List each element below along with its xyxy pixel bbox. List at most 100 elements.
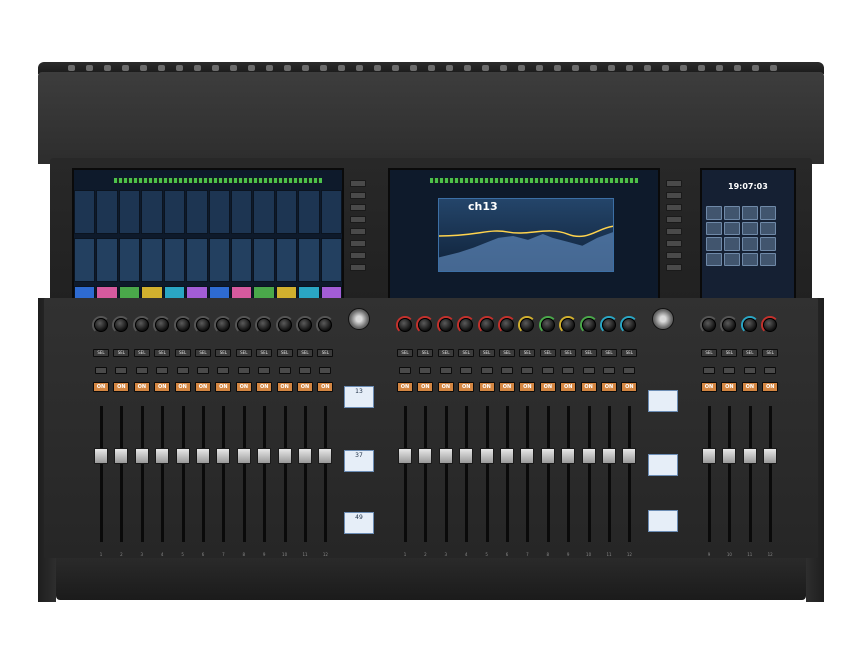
cue-key[interactable] bbox=[399, 367, 411, 374]
fader-cap[interactable] bbox=[602, 448, 616, 464]
fader-cap[interactable] bbox=[622, 448, 637, 464]
channel-knob[interactable] bbox=[500, 318, 514, 332]
cue-key[interactable] bbox=[156, 367, 169, 374]
sel-key[interactable]: SEL bbox=[499, 349, 515, 357]
fader-cap[interactable] bbox=[277, 448, 292, 464]
cue-key[interactable] bbox=[764, 367, 777, 374]
on-key[interactable]: ON bbox=[458, 382, 475, 392]
on-key[interactable]: ON bbox=[235, 382, 252, 392]
fader-cap[interactable] bbox=[418, 448, 433, 464]
sel-key[interactable]: SEL bbox=[133, 349, 150, 357]
cue-key[interactable] bbox=[582, 367, 595, 374]
screen-channel-cell[interactable] bbox=[320, 238, 342, 282]
on-key[interactable]: ON bbox=[701, 382, 717, 392]
channel-knob[interactable] bbox=[175, 318, 190, 332]
cue-key[interactable] bbox=[176, 367, 189, 374]
sel-key[interactable]: SEL bbox=[458, 349, 475, 357]
screen-channel-cell[interactable] bbox=[118, 238, 141, 282]
screen-channel-cell[interactable] bbox=[275, 238, 298, 282]
cue-key[interactable] bbox=[480, 367, 493, 374]
cue-key[interactable] bbox=[501, 367, 513, 374]
screen-channel-cell[interactable] bbox=[74, 190, 96, 234]
cue-key[interactable] bbox=[299, 367, 311, 374]
channel-knob[interactable] bbox=[581, 318, 596, 332]
screen-channel-cell[interactable] bbox=[141, 238, 163, 282]
fader-cap[interactable] bbox=[94, 448, 108, 464]
fader-cap[interactable] bbox=[742, 448, 757, 464]
fader-cap[interactable] bbox=[459, 448, 474, 464]
sel-key[interactable]: SEL bbox=[297, 349, 313, 357]
touch-and-turn-knob[interactable] bbox=[348, 308, 370, 330]
fader-cap[interactable] bbox=[500, 448, 514, 464]
on-key[interactable]: ON bbox=[560, 382, 577, 392]
cue-key[interactable] bbox=[217, 367, 230, 374]
sel-key[interactable]: SEL bbox=[580, 349, 597, 357]
on-key[interactable]: ON bbox=[133, 382, 150, 392]
screen-channel-cell[interactable] bbox=[186, 238, 208, 282]
cue-key[interactable] bbox=[135, 367, 148, 374]
on-key[interactable]: ON bbox=[195, 382, 211, 392]
fader-cap[interactable] bbox=[114, 448, 129, 464]
sel-key[interactable]: SEL bbox=[478, 349, 495, 357]
sel-key[interactable]: SEL bbox=[417, 349, 434, 357]
screen-channel-cell[interactable] bbox=[208, 238, 230, 282]
fader-cap[interactable] bbox=[175, 448, 190, 464]
on-key[interactable]: ON bbox=[397, 382, 413, 392]
on-key[interactable]: ON bbox=[539, 382, 556, 392]
sel-key[interactable]: SEL bbox=[113, 349, 130, 357]
screen-channel-cell[interactable] bbox=[275, 190, 298, 234]
sel-key[interactable]: SEL bbox=[235, 349, 252, 357]
cue-key[interactable] bbox=[541, 367, 554, 374]
channel-knob[interactable] bbox=[94, 318, 108, 332]
channel-knob[interactable] bbox=[298, 318, 312, 332]
user-defined-keys-grid[interactable] bbox=[706, 206, 776, 266]
channel-knob[interactable] bbox=[236, 318, 251, 332]
sel-key[interactable]: SEL bbox=[256, 349, 273, 357]
sel-key[interactable]: SEL bbox=[93, 349, 109, 357]
cue-key[interactable] bbox=[743, 367, 756, 374]
sel-key[interactable]: SEL bbox=[397, 349, 413, 357]
on-key[interactable]: ON bbox=[113, 382, 130, 392]
fader-cap[interactable] bbox=[479, 448, 494, 464]
cue-key[interactable] bbox=[521, 367, 534, 374]
sel-key[interactable]: SEL bbox=[601, 349, 617, 357]
on-key[interactable]: ON bbox=[154, 382, 171, 392]
on-key[interactable]: ON bbox=[741, 382, 758, 392]
on-key[interactable]: ON bbox=[580, 382, 597, 392]
channel-knob[interactable] bbox=[479, 318, 494, 332]
cue-key[interactable] bbox=[197, 367, 209, 374]
on-key[interactable]: ON bbox=[93, 382, 109, 392]
fader-cap[interactable] bbox=[702, 448, 716, 464]
fader-cap[interactable] bbox=[581, 448, 596, 464]
on-key[interactable]: ON bbox=[215, 382, 232, 392]
touch-and-turn-knob-2[interactable] bbox=[652, 308, 674, 330]
sel-key[interactable]: SEL bbox=[762, 349, 779, 357]
fader-cap[interactable] bbox=[722, 448, 737, 464]
screen-channel-cell[interactable] bbox=[230, 238, 253, 282]
on-key[interactable]: ON bbox=[601, 382, 617, 392]
sel-key[interactable]: SEL bbox=[154, 349, 171, 357]
screen-channel-cell[interactable] bbox=[96, 238, 118, 282]
fader-cap[interactable] bbox=[155, 448, 170, 464]
channel-knob[interactable] bbox=[742, 318, 757, 332]
channel-knob[interactable] bbox=[702, 318, 716, 332]
sel-key[interactable]: SEL bbox=[276, 349, 293, 357]
cue-key[interactable] bbox=[603, 367, 615, 374]
fader-cap[interactable] bbox=[438, 448, 453, 464]
screen-channel-cell[interactable] bbox=[141, 190, 163, 234]
cue-key[interactable] bbox=[95, 367, 107, 374]
cue-key[interactable] bbox=[278, 367, 291, 374]
fader-cap[interactable] bbox=[763, 448, 778, 464]
cue-key[interactable] bbox=[460, 367, 473, 374]
channel-knob[interactable] bbox=[277, 318, 292, 332]
fader-cap[interactable] bbox=[216, 448, 231, 464]
channel-knob[interactable] bbox=[134, 318, 149, 332]
screen-channel-cell[interactable] bbox=[253, 190, 275, 234]
channel-knob[interactable] bbox=[540, 318, 555, 332]
screen-channel-cell[interactable] bbox=[298, 238, 320, 282]
screen-channel-cell[interactable] bbox=[96, 190, 118, 234]
sel-key[interactable]: SEL bbox=[317, 349, 334, 357]
screen-channel-cell[interactable] bbox=[74, 238, 96, 282]
sel-key[interactable]: SEL bbox=[560, 349, 577, 357]
sel-key[interactable]: SEL bbox=[701, 349, 717, 357]
